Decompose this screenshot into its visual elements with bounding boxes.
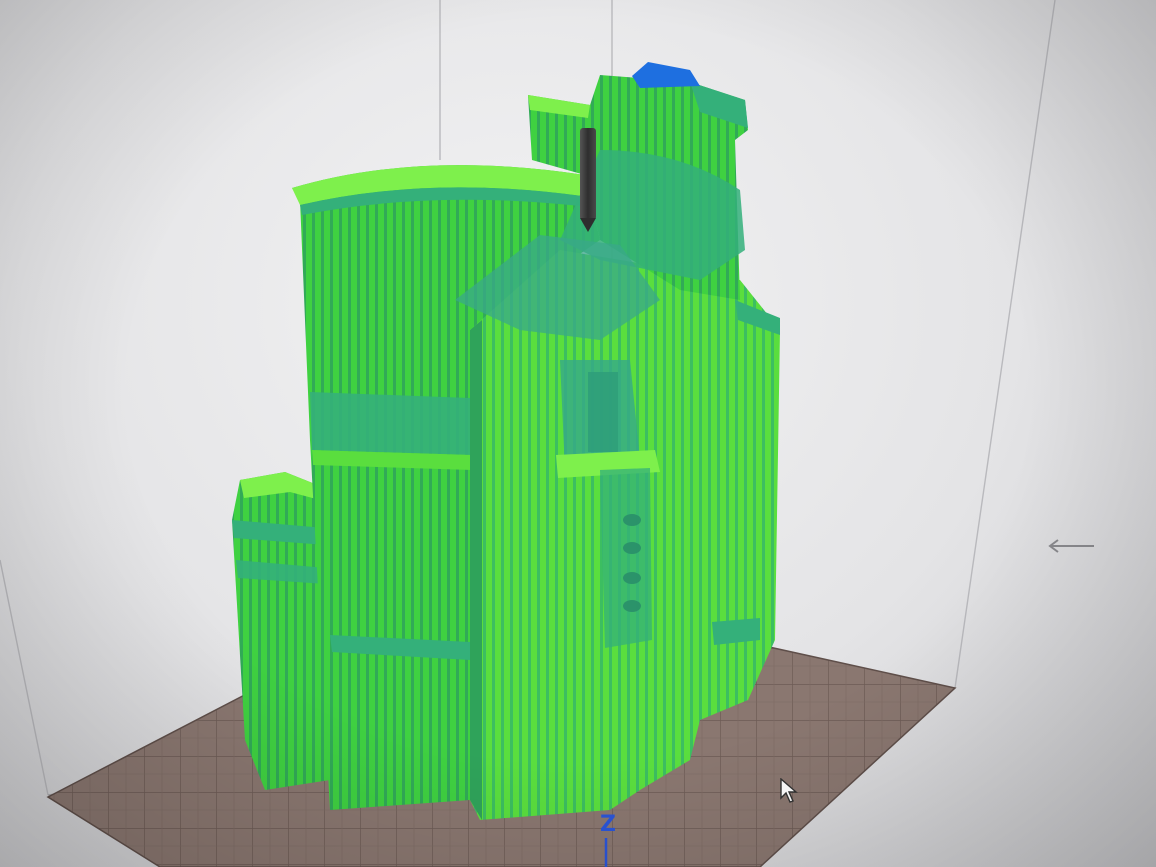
travel-move-marker: [632, 62, 700, 88]
3d-viewport[interactable]: Z: [0, 0, 1156, 867]
sliced-model[interactable]: [232, 62, 780, 820]
z-axis-label: Z: [600, 812, 616, 837]
rotate-arrow-icon: [1048, 539, 1094, 553]
slice-preview-scene[interactable]: [0, 0, 1156, 867]
cursor-arrow-icon: [780, 778, 798, 803]
nozzle-icon: [580, 128, 596, 232]
